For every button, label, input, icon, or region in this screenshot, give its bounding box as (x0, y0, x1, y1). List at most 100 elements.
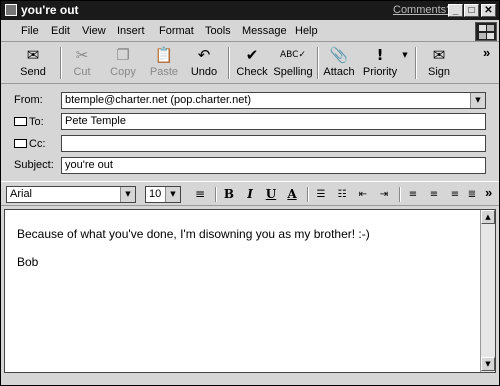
check-names-button[interactable]: ✔ Check (234, 44, 270, 82)
cc-button[interactable]: Cc: (14, 138, 46, 150)
underline-button[interactable]: U (262, 186, 280, 203)
menu-message[interactable]: Message (242, 25, 287, 37)
check-names-icon: ✔ (245, 46, 259, 64)
clipboard-icon: 📋 (154, 46, 174, 64)
undo-button[interactable]: ↶ Undo (187, 44, 221, 82)
copy-icon: ❐ (116, 46, 130, 64)
align-left-icon[interactable]: ≡ (404, 186, 422, 203)
comments-link[interactable]: Comments? (393, 4, 452, 16)
toolbar-overflow-button[interactable]: » (483, 45, 490, 60)
priority-button[interactable]: ! Priority (361, 44, 399, 82)
from-label: From: (14, 94, 43, 106)
cut-label: Cut (73, 66, 91, 78)
menu-help[interactable]: Help (295, 25, 318, 37)
send-icon: ✉ (26, 46, 40, 64)
chevron-down-icon[interactable]: ▼ (120, 187, 135, 202)
scroll-up-icon[interactable]: ▲ (481, 210, 495, 224)
message-line-1: Because of what you've done, I'm disowni… (17, 227, 370, 241)
toolbar-separator (228, 47, 230, 79)
maximize-button[interactable]: □ (464, 4, 479, 17)
to-value: Pete Temple (65, 115, 126, 127)
toolbar-separator (317, 47, 319, 79)
format-overflow-button[interactable]: » (485, 185, 492, 200)
attach-label: Attach (323, 66, 355, 78)
envelope-icon (5, 4, 17, 16)
to-button[interactable]: To: (14, 116, 44, 128)
format-separator (215, 187, 217, 202)
sign-button[interactable]: ✉ Sign (421, 44, 457, 82)
numbered-list-icon[interactable]: ☰ (312, 186, 330, 203)
font-select[interactable]: Arial ▼ (6, 186, 136, 203)
chevron-down-icon: ▼ (402, 51, 408, 59)
bold-button[interactable]: B (220, 186, 238, 203)
undo-icon: ↶ (197, 46, 211, 64)
align-center-icon[interactable]: ≡ (425, 186, 443, 203)
subject-value: you're out (65, 159, 113, 171)
toolbar-separator (415, 47, 417, 79)
paste-label: Paste (149, 66, 179, 78)
italic-button[interactable]: I (241, 186, 259, 203)
attach-button[interactable]: 📎 Attach (321, 44, 357, 82)
cc-label: Cc: (29, 138, 46, 150)
font-value: Arial (10, 188, 33, 200)
cut-button[interactable]: ✂ Cut (65, 44, 99, 82)
copy-label: Copy (110, 66, 136, 78)
scissors-icon: ✂ (75, 46, 89, 64)
status-bar (1, 375, 499, 385)
from-field[interactable]: btemple@charter.net (pop.charter.net) ▼ (61, 92, 486, 109)
sign-label: Sign (427, 66, 451, 78)
subject-field[interactable]: you're out (61, 157, 486, 174)
spelling-button[interactable]: ABC✓ Spelling (273, 44, 313, 82)
priority-icon: ! (376, 46, 384, 64)
menu-bar: File Edit View Insert Format Tools Messa… (1, 21, 499, 42)
formatting-toolbar: Arial ▼ 10 ▼ ≡ B I U A ☰ ☷ ⇤ ⇥ ≡ ≡ ≡ ≣ » (1, 181, 499, 206)
menu-file[interactable]: File (21, 25, 39, 37)
subject-label: Subject: (14, 159, 54, 171)
spelling-label: Spelling (273, 66, 313, 78)
undo-label: Undo (190, 66, 218, 78)
check-label: Check (236, 66, 268, 78)
send-button[interactable]: ✉ Send (13, 44, 53, 82)
menu-insert[interactable]: Insert (117, 25, 145, 37)
toolbar: ✉ Send ✂ Cut ❐ Copy 📋 Paste ↶ Undo ✔ Che… (1, 43, 499, 84)
send-label: Send (20, 66, 46, 78)
message-body[interactable]: Because of what you've done, I'm disowni… (4, 209, 496, 373)
paste-button[interactable]: 📋 Paste (146, 44, 182, 82)
message-line-2: Bob (17, 255, 39, 269)
menu-edit[interactable]: Edit (51, 25, 70, 37)
minimize-button[interactable]: _ (448, 4, 463, 17)
vertical-scrollbar[interactable]: ▲ ▼ (480, 210, 495, 372)
sign-icon: ✉ (432, 46, 446, 64)
menu-format[interactable]: Format (159, 25, 194, 37)
priority-dropdown-button[interactable]: ▼ (400, 44, 410, 82)
to-label: To: (29, 116, 44, 128)
menu-view[interactable]: View (82, 25, 106, 37)
scroll-down-icon[interactable]: ▼ (481, 357, 495, 371)
justify-icon[interactable]: ≣ (463, 186, 481, 203)
font-size-value: 10 (149, 188, 162, 200)
bullet-list-icon[interactable]: ☷ (333, 186, 351, 203)
font-size-select[interactable]: 10 ▼ (145, 186, 181, 203)
priority-label: Priority (362, 66, 398, 78)
chevron-down-icon[interactable]: ▼ (165, 187, 180, 202)
cc-field[interactable] (61, 135, 486, 152)
toolbar-separator (60, 47, 62, 79)
window-title: you're out (21, 3, 79, 17)
format-separator (307, 187, 309, 202)
windows-logo-icon (475, 22, 497, 41)
close-button[interactable]: ✕ (481, 4, 496, 17)
paragraph-style-icon[interactable]: ≡ (191, 186, 209, 203)
title-bar: you're out Comments? _ □ ✕ (1, 1, 499, 20)
format-separator (399, 187, 401, 202)
address-book-icon (14, 139, 27, 148)
font-color-button[interactable]: A (283, 186, 301, 203)
chevron-down-icon[interactable]: ▼ (470, 93, 485, 108)
paperclip-icon: 📎 (329, 46, 349, 64)
menu-tools[interactable]: Tools (205, 25, 231, 37)
copy-button[interactable]: ❐ Copy (105, 44, 141, 82)
to-field[interactable]: Pete Temple (61, 113, 486, 130)
align-right-icon[interactable]: ≡ (446, 186, 464, 203)
compose-window: you're out Comments? _ □ ✕ File Edit Vie… (0, 0, 500, 386)
increase-indent-icon[interactable]: ⇥ (375, 186, 393, 203)
decrease-indent-icon[interactable]: ⇤ (354, 186, 372, 203)
